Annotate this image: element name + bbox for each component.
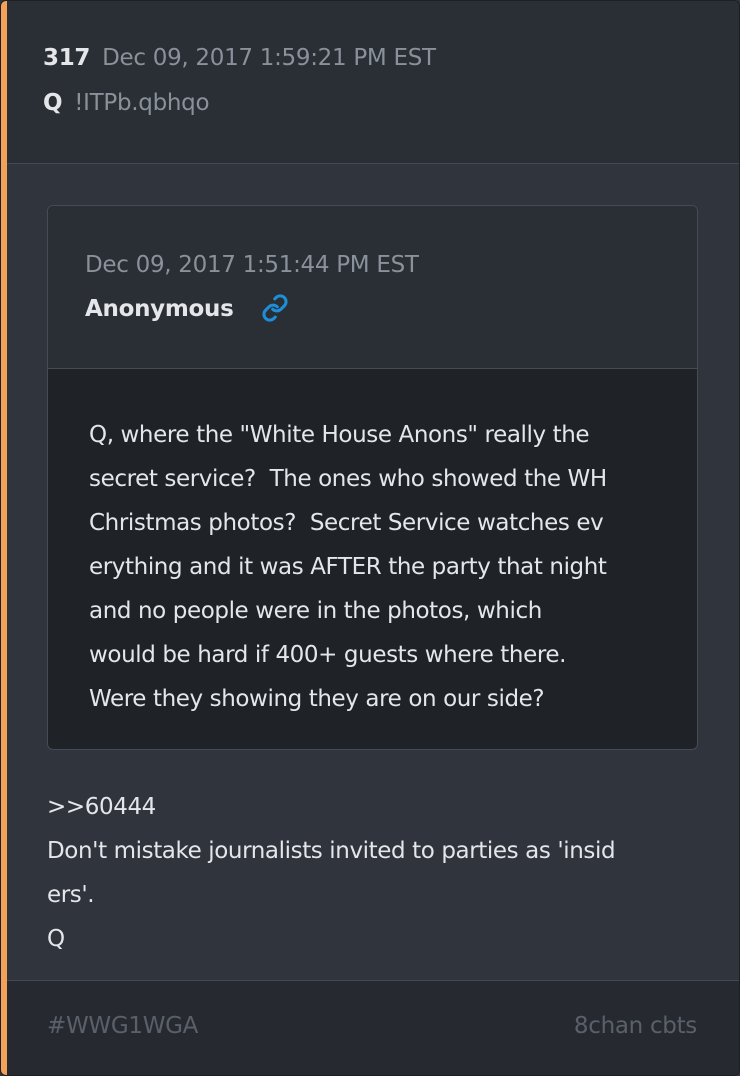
- quoted-post-timestamp: Dec 09, 2017 1:51:44 PM EST: [85, 252, 419, 278]
- post-body: >>60444 Don't mistake journalists invite…: [47, 794, 616, 952]
- post-footer: #WWG1WGA 8chan cbts: [7, 980, 739, 1075]
- post-header: 317 Dec 09, 2017 1:59:21 PM EST Q !ITPb.qb…: [7, 1, 739, 164]
- quoted-post-author: Anonymous: [85, 296, 234, 322]
- quoted-post-header: Dec 09, 2017 1:51:44 PM EST Anonymous: [48, 206, 697, 369]
- author-line: Q !ITPb.qbhqo: [43, 90, 210, 116]
- hashtag: #WWG1WGA: [47, 1013, 199, 1039]
- post-meta: 317 Dec 09, 2017 1:59:21 PM EST: [43, 45, 436, 71]
- post-tripcode: !ITPb.qbhqo: [74, 90, 210, 116]
- post-card: 317 Dec 09, 2017 1:59:21 PM EST Q !ITPb.qb…: [0, 0, 740, 1076]
- quoted-post-body: Q, where the "White House Anons" really …: [89, 422, 607, 712]
- link-icon[interactable]: [261, 294, 289, 322]
- post-source: 8chan cbts: [573, 1013, 697, 1039]
- post-timestamp: Dec 09, 2017 1:59:21 PM EST: [102, 45, 436, 71]
- post-author: Q: [43, 90, 63, 116]
- quoted-post: Dec 09, 2017 1:51:44 PM EST Anonymous Q,…: [47, 205, 698, 750]
- post-number[interactable]: 317: [43, 45, 90, 71]
